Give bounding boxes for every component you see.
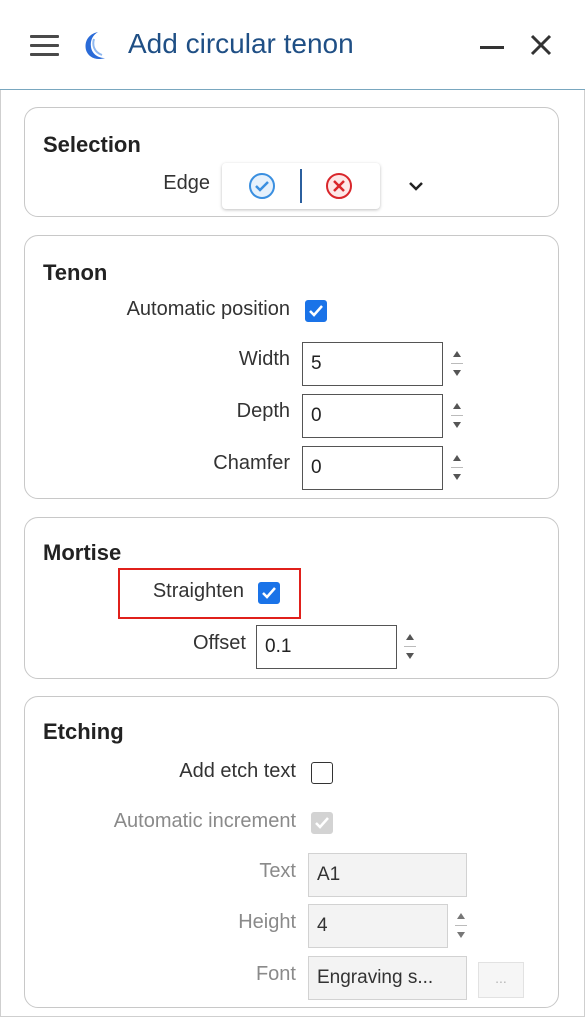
offset-label: Offset bbox=[193, 632, 246, 654]
check-circle-icon bbox=[249, 173, 275, 199]
window-title: Add circular tenon bbox=[128, 28, 354, 59]
automatic-position-label: Automatic position bbox=[126, 298, 290, 320]
automatic-increment-checkbox[interactable] bbox=[311, 812, 333, 834]
automatic-increment-label: Automatic increment bbox=[113, 810, 296, 832]
add-etch-text-label: Add etch text bbox=[179, 760, 296, 782]
text-label: Text bbox=[259, 860, 296, 882]
tenon-title: Tenon bbox=[43, 260, 108, 285]
add-etch-text-checkbox[interactable] bbox=[311, 762, 333, 784]
offset-field[interactable]: 0.1 bbox=[256, 625, 397, 669]
chevron-down-icon[interactable] bbox=[404, 174, 428, 198]
font-label: Font bbox=[255, 963, 296, 985]
close-icon[interactable] bbox=[526, 30, 556, 60]
crescent-app-icon bbox=[78, 29, 112, 63]
chamfer-label: Chamfer bbox=[213, 452, 290, 474]
edge-selector bbox=[222, 163, 380, 209]
accept-selection-button[interactable] bbox=[222, 163, 300, 209]
automatic-position-checkbox[interactable] bbox=[305, 300, 327, 322]
depth-stepper[interactable] bbox=[447, 394, 469, 438]
depth-label: Depth bbox=[236, 400, 290, 422]
etch-font-field[interactable]: Engraving s... bbox=[308, 956, 467, 1000]
mortise-title: Mortise bbox=[43, 540, 122, 565]
title-bar: Add circular tenon bbox=[0, 0, 585, 90]
cancel-selection-button[interactable] bbox=[302, 163, 380, 209]
width-label: Width bbox=[238, 348, 290, 370]
etch-height-field[interactable]: 4 bbox=[308, 904, 448, 948]
minimize-icon[interactable] bbox=[478, 30, 508, 60]
selection-title: Selection bbox=[43, 132, 141, 157]
etch-text-field[interactable]: A1 bbox=[308, 853, 467, 897]
width-field[interactable]: 5 bbox=[302, 342, 443, 386]
font-browse-button[interactable]: ... bbox=[478, 962, 524, 998]
tenon-group: Tenon bbox=[24, 235, 559, 499]
straighten-label: Straighten bbox=[152, 580, 244, 602]
chamfer-field[interactable]: 0 bbox=[302, 446, 443, 490]
height-label: Height bbox=[238, 911, 296, 933]
x-circle-icon bbox=[326, 173, 352, 199]
offset-stepper[interactable] bbox=[400, 625, 422, 669]
etch-height-stepper[interactable] bbox=[451, 904, 473, 948]
chamfer-stepper[interactable] bbox=[447, 446, 469, 490]
width-stepper[interactable] bbox=[447, 342, 469, 386]
depth-field[interactable]: 0 bbox=[302, 394, 443, 438]
hamburger-icon[interactable] bbox=[30, 34, 60, 58]
etching-title: Etching bbox=[43, 719, 124, 744]
edge-label: Edge bbox=[163, 172, 210, 194]
straighten-checkbox[interactable] bbox=[258, 582, 280, 604]
